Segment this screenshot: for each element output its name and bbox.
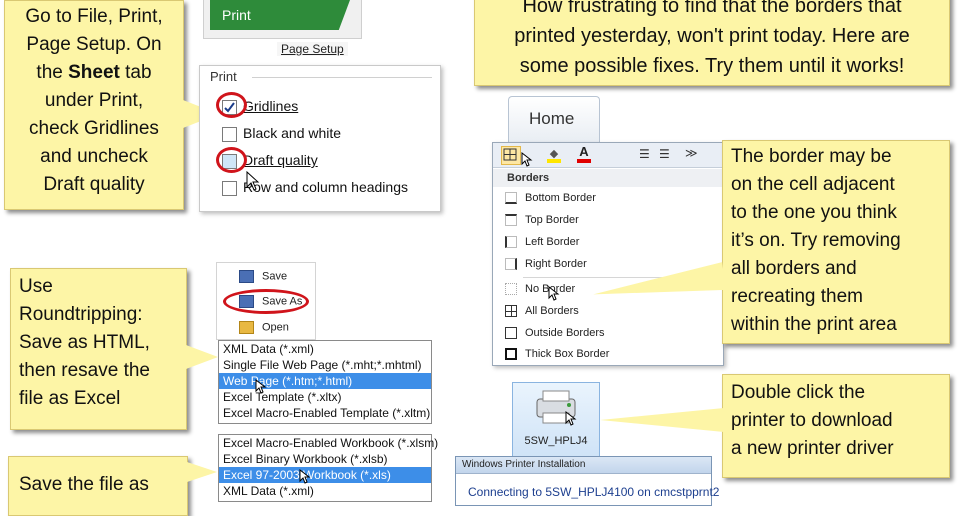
print-group-label: Print [210,69,237,84]
cursor-icon [521,152,533,167]
home-tab[interactable]: Home [508,96,600,143]
top-border-item[interactable]: Top Border [505,214,579,227]
black-and-white-checkbox[interactable] [222,126,237,142]
increase-indent-icon[interactable]: ☰ [659,147,670,161]
draft-quality-highlight-ring [216,147,247,173]
printer-install-titlebar: Windows Printer Installation [456,457,711,474]
black-and-white-option[interactable]: Black and white [222,125,341,142]
note-printer-pointer [600,408,724,432]
all-borders-icon [503,148,517,161]
borders-menu: ◆ A ☰ ☰ ≫ Borders Bottom Border Top Bord… [492,142,724,366]
left-border-icon [505,236,517,249]
orientation-icon[interactable]: ≫ [685,146,698,160]
borders-toolbar: ◆ A ☰ ☰ ≫ [493,143,723,168]
thick-box-border-icon [505,348,517,361]
note-roundtrip-pointer [186,345,218,369]
save-type-option-selected[interactable]: Web Page (*.htm;*.html) [219,373,431,389]
all-borders-grid-icon [505,305,517,318]
save-type-option[interactable]: Excel Macro-Enabled Workbook (*.xlsm) [219,435,438,451]
note-save-file-pointer [187,462,217,482]
fill-color-icon[interactable]: ◆ [547,147,561,163]
outside-borders-icon [505,327,517,340]
save-type-option[interactable]: Excel Macro-Enabled Template (*.xltm) [219,405,431,421]
note-intro: How frustrating to find that the borders… [474,0,950,86]
right-border-icon [505,258,517,271]
printer-install-dialog: Windows Printer Installation Connecting … [455,456,719,506]
save-icon [239,270,254,283]
save-type-option[interactable]: XML Data (*.xml) [219,341,431,357]
note-roundtrip: Use Roundtripping: Save as HTML, then re… [10,268,187,430]
print-group-divider [252,77,432,78]
save-type-option[interactable]: Single File Web Page (*.mht;*.mhtml) [219,357,431,373]
print-ribbon-panel: Print [203,0,362,39]
note-save-file: Save the file as [8,456,188,516]
mouse-cursor-icon [246,171,260,191]
right-border-item[interactable]: Right Border [505,258,587,271]
file-menu: Save Save As Open [216,262,316,340]
borders-menu-header: Borders [493,169,723,187]
list-cursor-icon [255,379,267,394]
save-type-option[interactable]: Excel Template (*.xltx) [219,389,431,405]
decrease-indent-icon[interactable]: ☰ [639,147,650,161]
save-type-option-selected[interactable]: Excel 97-2003 Workbook (*.xls) [219,467,431,483]
outside-borders-item[interactable]: Outside Borders [505,327,604,340]
save-as-highlight-ring [223,289,309,314]
print-tab[interactable]: Print [210,0,350,30]
list-cursor-icon [299,469,311,484]
note-printer: Double click the printer to download a n… [722,374,950,478]
gridlines-highlight-ring [216,92,247,118]
page-setup-link[interactable]: Page Setup [277,42,348,56]
printer-install-status: Connecting to 5SW_HPLJ4100 on cmcstpprnt… [468,485,720,499]
thick-box-border-item[interactable]: Thick Box Border [505,348,609,361]
bottom-border-icon [505,192,517,205]
open-menu-item[interactable]: Open [239,321,289,334]
menu-cursor-icon [548,286,560,301]
top-border-icon [505,214,517,227]
row-column-headings-checkbox[interactable] [222,180,237,196]
save-as-type-list-1: XML Data (*.xml) Single File Web Page (*… [218,340,432,424]
no-border-item[interactable]: No Border [505,283,575,296]
save-menu-item[interactable]: Save [239,270,287,283]
open-folder-icon [239,321,254,334]
note-border: The border may be on the cell adjacent t… [722,140,950,344]
left-border-item[interactable]: Left Border [505,236,579,249]
note-page-setup: Go to File, Print, Page Setup. On the Sh… [4,0,184,210]
all-borders-item[interactable]: All Borders [505,305,579,318]
printer-cursor-icon [565,411,577,426]
font-color-icon[interactable]: A [577,145,591,163]
save-type-option[interactable]: Excel Binary Workbook (*.xlsb) [219,451,431,467]
borders-button[interactable] [501,146,521,165]
sheet-print-options: Print Gridlines Black and white Draft qu… [199,65,441,212]
bottom-border-item[interactable]: Bottom Border [505,192,596,205]
save-type-option[interactable]: XML Data (*.xml) [219,483,431,499]
no-border-icon [505,283,517,296]
printer-item[interactable]: 5SW_HPLJ4 [512,382,600,458]
save-as-type-list-2: Excel Macro-Enabled Workbook (*.xlsm) Ex… [218,434,438,502]
